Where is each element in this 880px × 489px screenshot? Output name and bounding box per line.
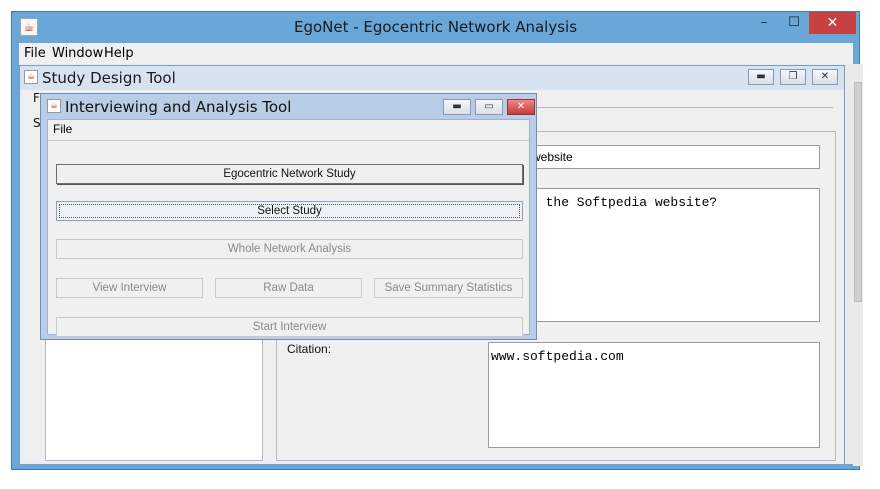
close-icon[interactable]: ✕ [507,99,535,115]
maximize-button[interactable]: ☐ [779,12,809,34]
study-description-area[interactable]: s the Softpedia website? [527,188,820,322]
egocentric-network-study-button[interactable]: Egocentric Network Study [56,164,523,184]
close-icon[interactable]: ✕ [812,69,838,85]
java-cup-icon[interactable]: ☕ [24,70,38,84]
analysis-tool-title: Interviewing and Analysis Tool [65,98,292,116]
maximize-icon[interactable]: ▭ [475,99,503,115]
citation-area[interactable]: www.softpedia.com [488,342,820,448]
menubar: File Window Help [19,43,853,64]
raw-data-button[interactable]: Raw Data [215,278,362,298]
java-cup-icon[interactable]: ☕ [47,99,61,113]
window-title: EgoNet - Egocentric Network Analysis [293,18,578,36]
minimize-button[interactable]: – [749,12,779,34]
menu-fragment: F [33,91,40,105]
analysis-tool-menubar: File [48,120,529,139]
study-design-tool-titlebar[interactable]: ☕ Study Design Tool ▬ ❐ ✕ [20,66,844,90]
restore-icon[interactable]: ❐ [780,69,806,85]
menu-file[interactable]: File [53,122,72,136]
analysis-tool-body: File Egocentric Network Study Select Stu… [47,119,530,337]
select-study-button[interactable]: Select Study [56,201,523,221]
study-name-field[interactable]: website [527,145,820,169]
start-interview-button[interactable]: Start Interview [56,317,523,337]
citation-label: Citation: [287,342,332,356]
analysis-tool-window: ☕ Interviewing and Analysis Tool ▬ ▭ ✕ F… [40,93,537,340]
save-summary-statistics-button[interactable]: Save Summary Statistics [374,278,523,298]
menu-window[interactable]: Window [52,45,103,62]
minimize-icon[interactable]: ▬ [443,99,471,115]
close-button[interactable]: ✕ [809,12,856,34]
minimize-icon[interactable]: ▬ [748,69,774,85]
study-design-tool-title: Study Design Tool [42,69,176,87]
view-interview-button[interactable]: View Interview [56,278,203,298]
scrollbar-thumb[interactable] [854,82,862,302]
menu-help[interactable]: Help [104,45,134,62]
menu-file[interactable]: File [24,45,46,62]
whole-network-analysis-button[interactable]: Whole Network Analysis [56,239,523,259]
menu-separator [48,140,529,141]
select-study-label: Select Study [257,205,322,217]
tab-divider [537,107,833,108]
